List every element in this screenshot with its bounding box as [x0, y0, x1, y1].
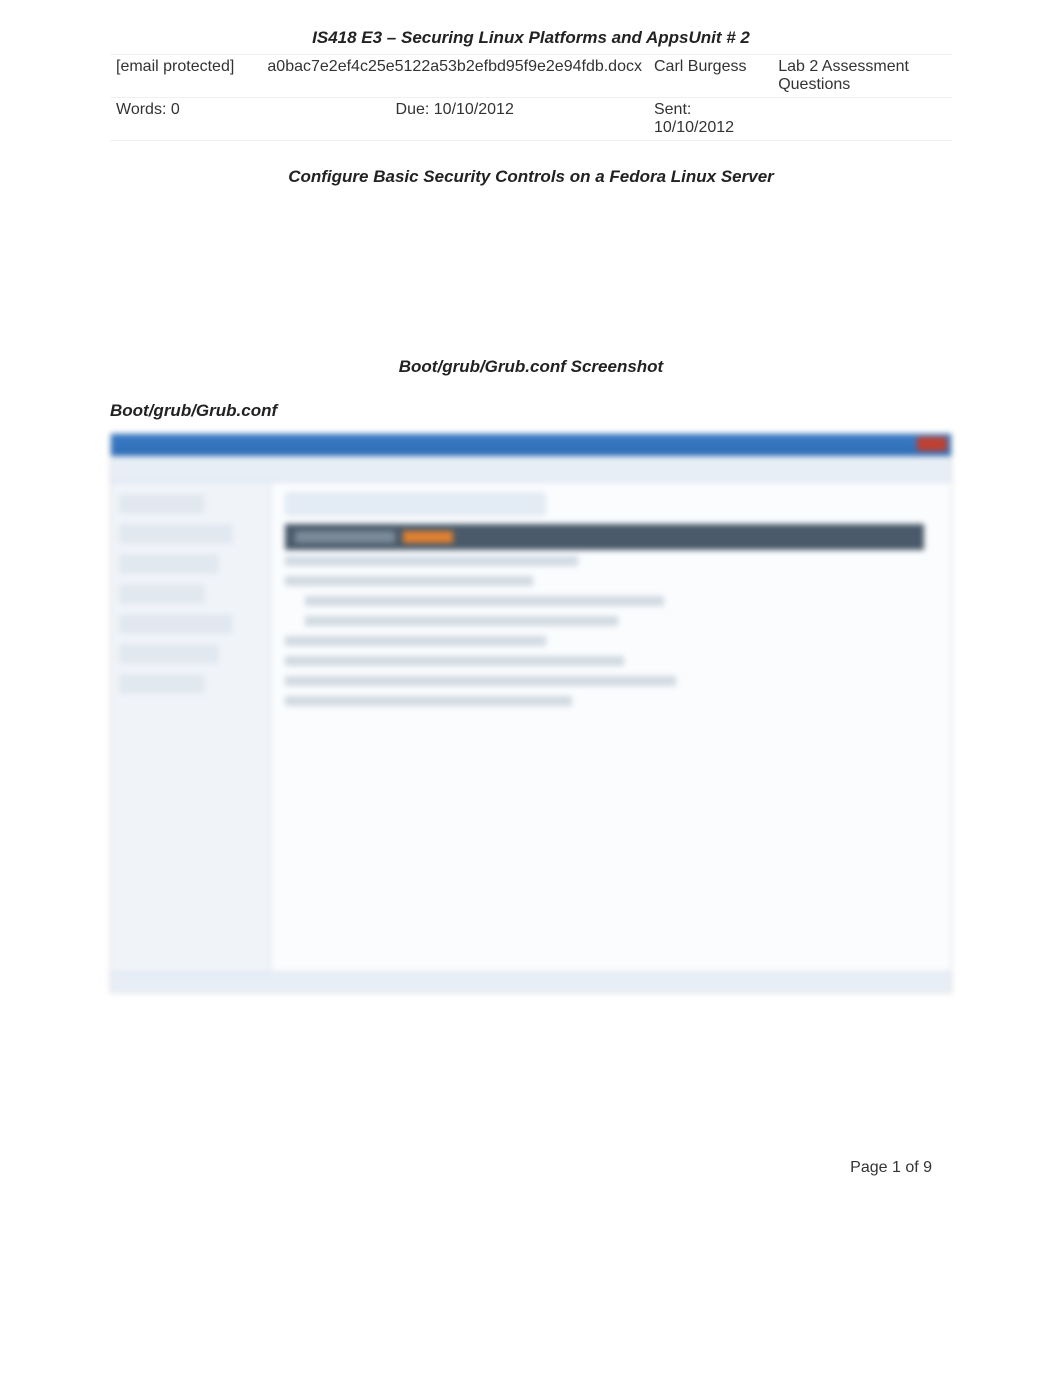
sidebar-item [119, 614, 233, 634]
meta-email: [email protected] [110, 55, 261, 98]
text-line [285, 636, 546, 646]
meta-words: Words: 0 [110, 98, 261, 141]
page-footer: Page 1 of 9 [850, 1159, 932, 1177]
screenshot-label: Boot/grub/Grub.conf [110, 401, 952, 421]
window-statusbar [111, 972, 951, 992]
screenshot-section-title: Boot/grub/Grub.conf Screenshot [110, 357, 952, 377]
terminal-header [285, 524, 924, 550]
meta-due: Due: 10/10/2012 [261, 98, 648, 141]
meta-row-1: [email protected] a0bac7e2ef4c25e5122a53… [110, 55, 952, 98]
text-line [305, 596, 664, 606]
text-line [285, 676, 676, 686]
sidebar-item [119, 584, 205, 604]
sidebar-item [119, 674, 205, 694]
meta-row-2: Words: 0 Due: 10/10/2012 Sent: 10/10/201… [110, 98, 952, 141]
terminal-segment [295, 531, 395, 543]
meta-blank [772, 98, 952, 141]
text-line [305, 616, 618, 626]
terminal-highlight [403, 531, 453, 543]
window-menubar [111, 456, 951, 482]
meta-filename: a0bac7e2ef4c25e5122a53b2efbd95f9e2e94fdb… [261, 55, 648, 98]
window-titlebar [111, 434, 951, 456]
metadata-table: [email protected] a0bac7e2ef4c25e5122a53… [110, 54, 952, 141]
sidebar-item [119, 554, 219, 574]
text-line [285, 656, 624, 666]
sidebar-item [119, 524, 233, 544]
sidebar-item [119, 494, 205, 514]
section-main-title: Configure Basic Security Controls on a F… [110, 167, 952, 187]
meta-sent: Sent: 10/10/2012 [648, 98, 772, 141]
window-sidebar [111, 482, 271, 972]
document-header-title: IS418 E3 – Securing Linux Platforms and … [110, 28, 952, 48]
text-line [285, 576, 533, 586]
text-line [285, 556, 578, 566]
sidebar-item [119, 644, 219, 664]
meta-topic: Lab 2 Assessment Questions [772, 55, 952, 98]
close-icon [917, 437, 947, 451]
tab-row [285, 492, 546, 516]
window-body [111, 482, 951, 972]
window-main-panel [271, 482, 951, 972]
text-line [285, 696, 572, 706]
meta-author: Carl Burgess [648, 55, 772, 98]
embedded-screenshot [110, 433, 952, 993]
